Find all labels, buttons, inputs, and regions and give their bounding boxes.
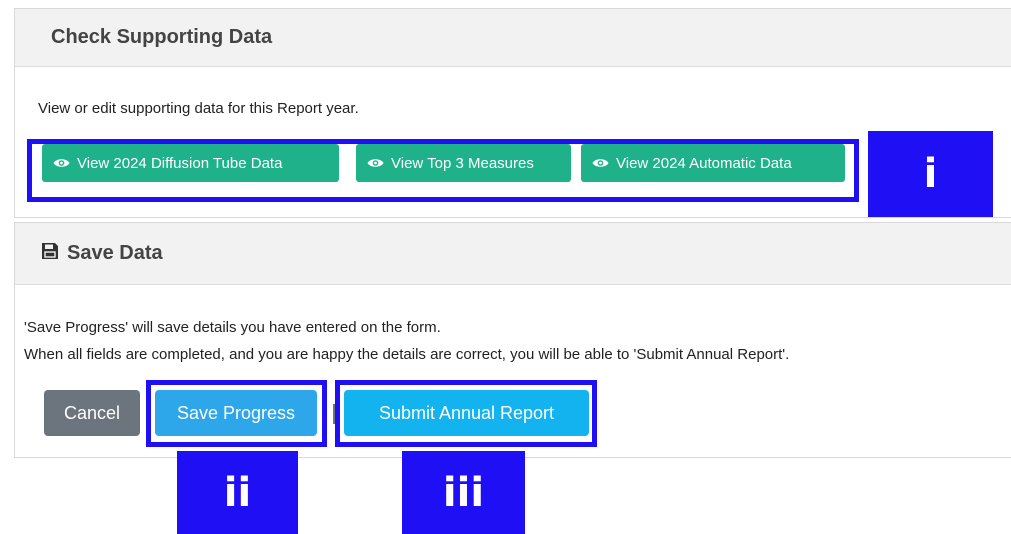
view-top-3-measures-label: View Top 3 Measures [391,154,534,172]
view-diffusion-tube-data-button[interactable]: View 2024 Diffusion Tube Data [42,144,339,182]
eye-icon [53,157,70,169]
callout-label-iii: iii [402,451,525,534]
view-top-3-measures-button[interactable]: View Top 3 Measures [356,144,571,182]
save-data-title: Save Data [67,242,163,264]
save-data-header: Save Data [15,223,1011,285]
eye-icon [592,157,609,169]
check-supporting-data-header: Check Supporting Data [15,9,1011,67]
view-diffusion-tube-data-label: View 2024 Diffusion Tube Data [77,154,283,172]
submit-report-info: When all fields are completed, and you a… [24,346,790,363]
view-automatic-data-button[interactable]: View 2024 Automatic Data [581,144,845,182]
eye-icon [367,157,384,169]
callout-label-i: i [868,131,993,217]
callout-label-ii: ii [177,451,298,534]
submit-annual-report-button[interactable]: Submit Annual Report [344,390,589,436]
hidden-button-edge [333,404,339,424]
check-supporting-data-title: Check Supporting Data [51,26,273,48]
check-supporting-data-description: View or edit supporting data for this Re… [38,100,359,117]
save-progress-button[interactable]: Save Progress [155,390,317,436]
floppy-disk-icon [41,242,59,266]
save-progress-info: 'Save Progress' will save details you ha… [24,319,441,336]
cancel-button[interactable]: Cancel [44,390,140,436]
view-automatic-data-label: View 2024 Automatic Data [616,154,792,172]
